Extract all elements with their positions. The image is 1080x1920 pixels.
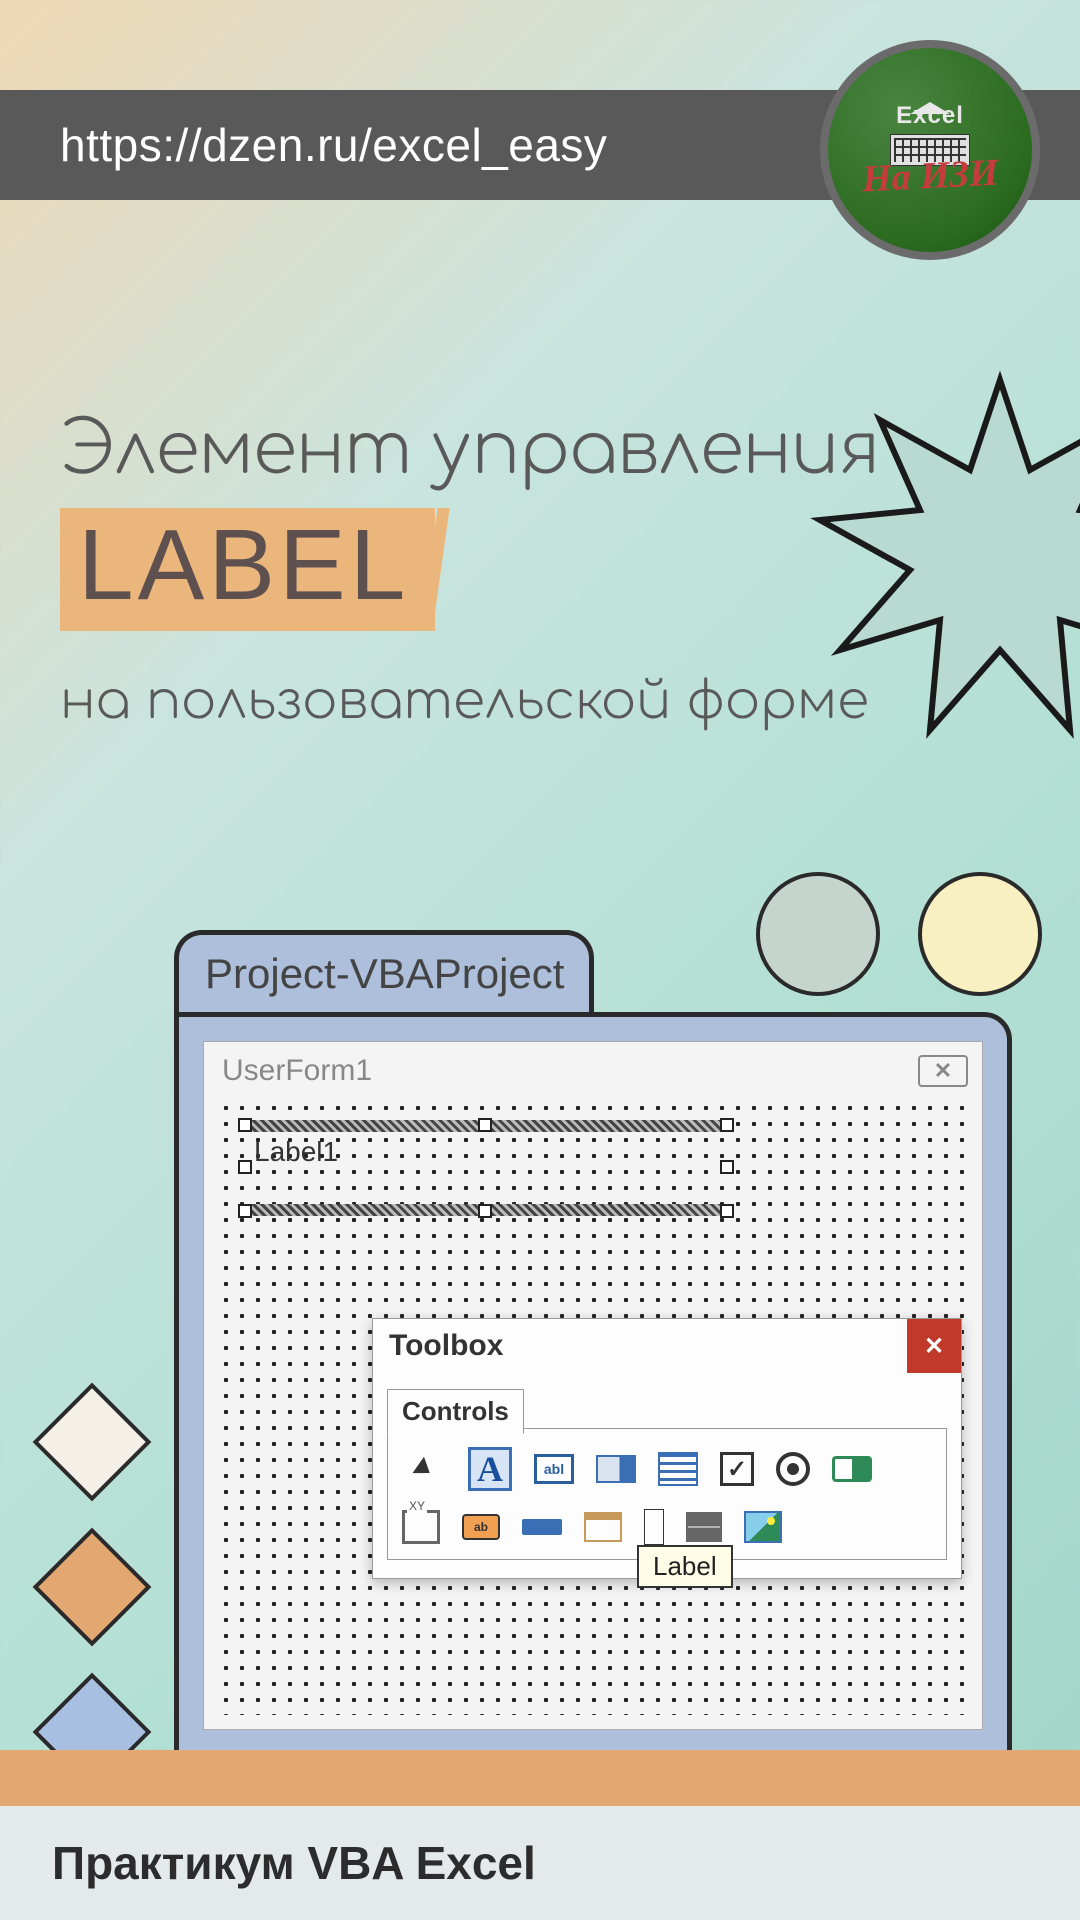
form-designer: UserForm1 ✕ Label1 Toolb: [203, 1041, 983, 1730]
tool-frame-icon[interactable]: [402, 1510, 440, 1544]
deco-diamond-2: [33, 1528, 152, 1647]
logo-script-text: На ИЗИ: [861, 150, 1000, 201]
footer-text: Практикум VBA Excel: [52, 1836, 536, 1890]
tool-multipage-icon[interactable]: [584, 1512, 622, 1542]
toolbox-close-button[interactable]: ✕: [907, 1319, 961, 1373]
label-tooltip: Label: [637, 1545, 733, 1588]
userform-title: UserForm1: [222, 1054, 372, 1088]
tool-textbox-icon[interactable]: abl: [534, 1454, 574, 1484]
tool-select-pointer-icon[interactable]: [402, 1447, 446, 1491]
tool-tabstrip-icon[interactable]: [522, 1519, 562, 1535]
deco-diamond-1: [33, 1383, 152, 1502]
controls-tab[interactable]: Controls: [387, 1389, 524, 1434]
starburst-icon: [800, 360, 1080, 760]
tool-scrollbar-icon[interactable]: [644, 1509, 664, 1545]
title-line1: Элемент управления: [60, 410, 879, 490]
controls-panel: A abl ✓ ab: [387, 1428, 947, 1560]
toolbox-titlebar: Toolbox ✕: [373, 1319, 961, 1373]
logo-badge: Excel На ИЗИ: [820, 40, 1040, 260]
tool-spinbutton-icon[interactable]: [686, 1512, 722, 1542]
title-label: LABEL: [78, 509, 409, 621]
tool-image-icon[interactable]: [744, 1511, 782, 1543]
tool-optionbutton-icon[interactable]: [776, 1452, 810, 1486]
title-line2: на пользовательской форме: [60, 673, 879, 731]
logo-top-text: Excel: [896, 102, 964, 130]
footer-area: Практикум VBA Excel: [0, 1806, 1080, 1920]
label-control[interactable]: Label1: [246, 1126, 726, 1210]
footer: Практикум VBA Excel: [0, 1750, 1080, 1920]
project-window: Project-VBAProject UserForm1 ✕ Label1: [174, 930, 1012, 1832]
userform-close-button[interactable]: ✕: [918, 1055, 968, 1087]
tool-togglebutton-icon[interactable]: [832, 1456, 872, 1482]
toolbox-panel: Toolbox ✕ Controls A abl ✓: [372, 1318, 962, 1579]
tool-combobox-icon[interactable]: [596, 1455, 636, 1483]
label-control-text: Label1: [254, 1136, 338, 1168]
url-text: https://dzen.ru/excel_easy: [60, 118, 607, 172]
footer-strip: [0, 1750, 1080, 1806]
project-body: UserForm1 ✕ Label1 Toolb: [174, 1012, 1012, 1832]
title-section: Элемент управления LABEL на пользователь…: [60, 410, 879, 731]
project-tab: Project-VBAProject: [174, 930, 594, 1012]
project-tab-title: Project-VBAProject: [205, 950, 564, 998]
tool-commandbutton-icon[interactable]: ab: [462, 1514, 500, 1540]
title-highlight: LABEL: [60, 508, 435, 631]
tool-checkbox-icon[interactable]: ✓: [720, 1452, 754, 1486]
tool-label-icon[interactable]: A: [468, 1447, 512, 1491]
tool-listbox-icon[interactable]: [658, 1452, 698, 1486]
toolbox-title: Toolbox: [389, 1329, 503, 1363]
userform-titlebar: UserForm1 ✕: [204, 1042, 982, 1100]
